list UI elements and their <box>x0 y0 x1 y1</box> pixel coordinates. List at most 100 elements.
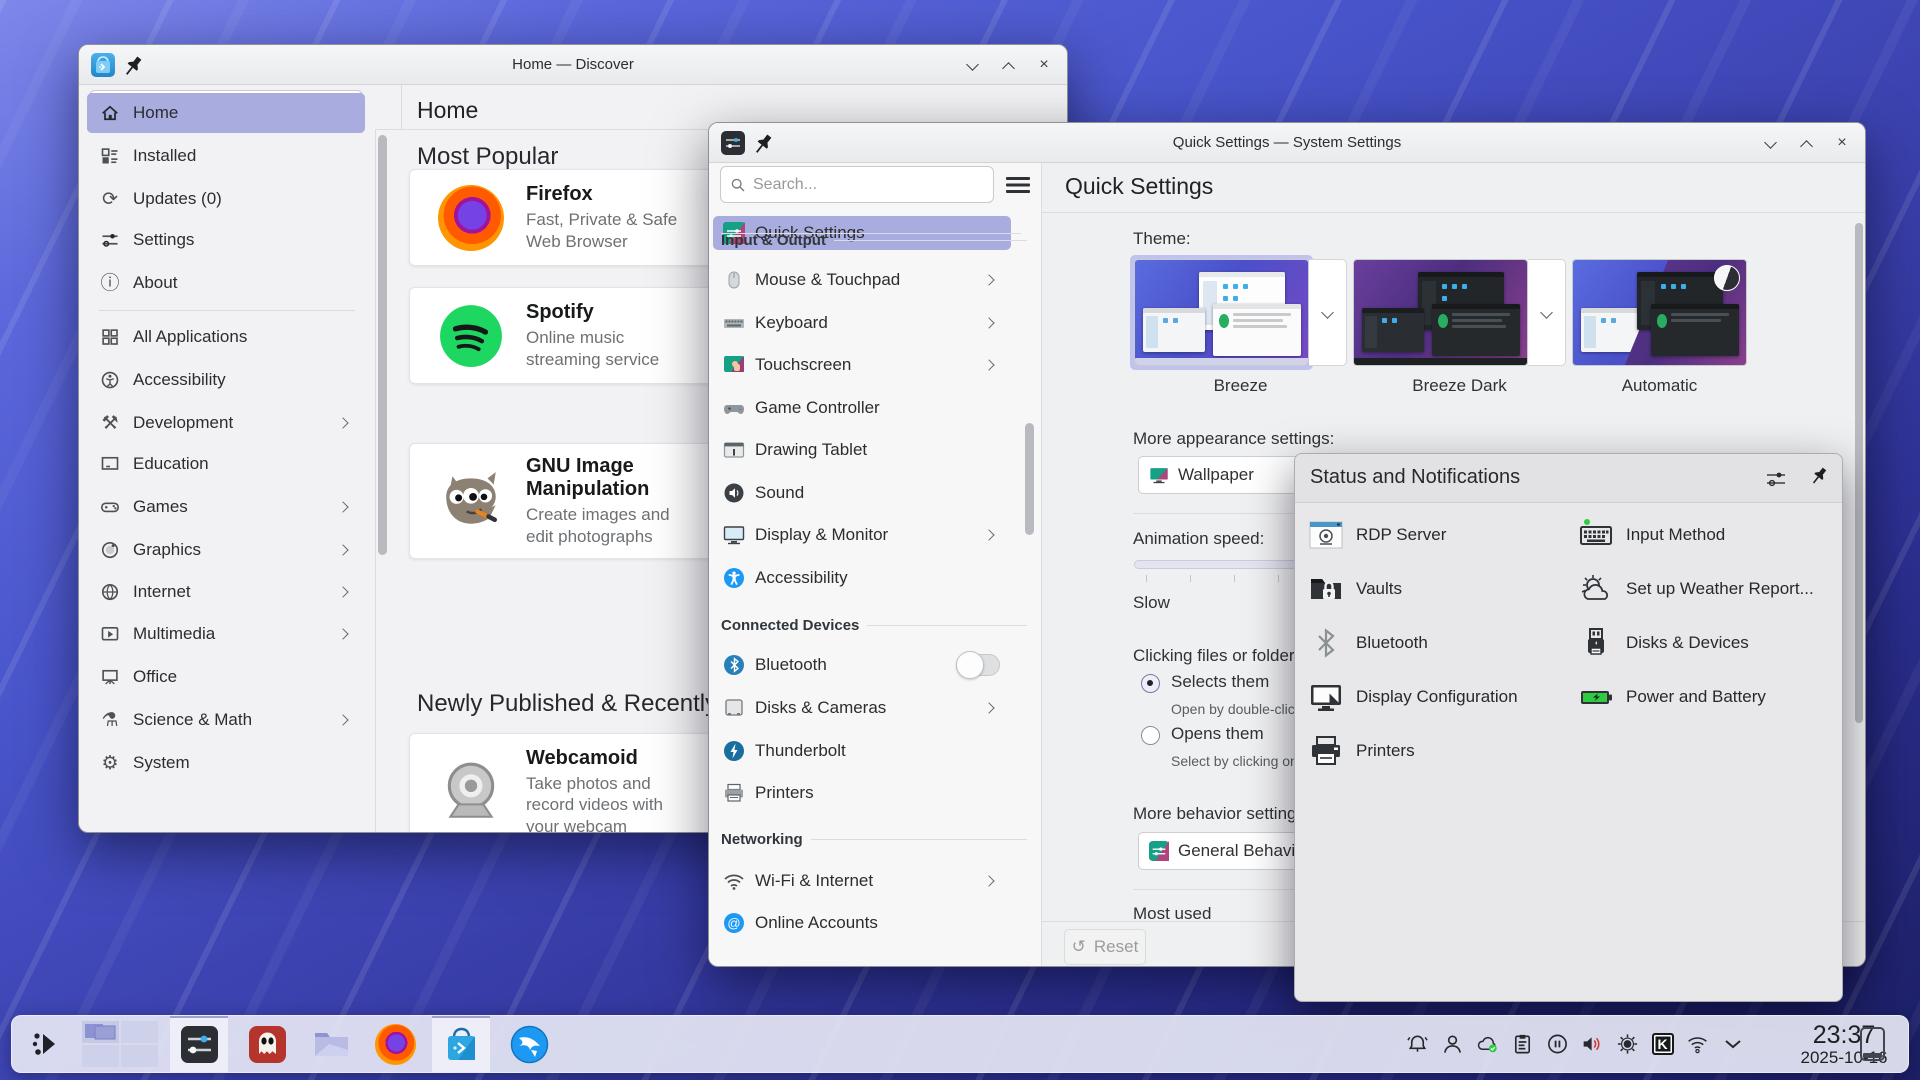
monitor-icon <box>713 524 755 546</box>
popup-item-power-battery[interactable]: Power and Battery <box>1579 680 1766 714</box>
sidebar-item-installed[interactable]: Installed <box>87 136 365 176</box>
sidebar-item-about[interactable]: ⓘ About <box>87 263 365 303</box>
theme-thumbnail-breeze-dark[interactable] <box>1353 259 1528 366</box>
sidebar-item-multimedia[interactable]: Multimedia <box>87 614 365 654</box>
sidebar-item-updates[interactable]: ⟳ Updates (0) <box>87 179 365 219</box>
falkon-icon <box>509 1024 550 1065</box>
wifi-tray-icon[interactable] <box>1686 1033 1709 1056</box>
theme-thumbnail-automatic[interactable] <box>1572 259 1747 366</box>
radio-selects-them[interactable] <box>1141 674 1160 693</box>
pin-icon[interactable] <box>751 130 777 157</box>
sidebar-item-wifi-internet[interactable]: Wi-Fi & Internet <box>713 863 1011 899</box>
notifications-bell-icon[interactable] <box>1406 1033 1429 1056</box>
virtual-desktop-pager[interactable] <box>80 1016 160 1072</box>
sidebar-item-online-accounts[interactable]: @ Online Accounts <box>713 905 1011 941</box>
radio-selects-sublabel: Open by double-click <box>1171 701 1302 717</box>
sidebar-item-games[interactable]: Games <box>87 487 365 527</box>
user-icon[interactable] <box>1441 1033 1464 1056</box>
discover-scrollbar[interactable] <box>378 135 387 555</box>
minimize-button[interactable] <box>965 58 979 72</box>
game-controller-icon <box>713 397 755 419</box>
ghostwriter-icon <box>247 1024 288 1065</box>
minimize-button[interactable] <box>1763 136 1777 150</box>
sidebar-item-settings[interactable]: Settings <box>87 220 365 260</box>
sidebar-item-display-monitor[interactable]: Display & Monitor <box>713 517 1011 553</box>
close-button[interactable]: × <box>1037 58 1051 72</box>
app-launcher-button[interactable] <box>20 1016 74 1072</box>
sidebar-item-internet[interactable]: Internet <box>87 572 365 612</box>
theme-breeze-dark-dropdown[interactable] <box>1528 259 1566 366</box>
popup-item-input-method[interactable]: Input Method <box>1579 518 1725 552</box>
cloud-sync-icon[interactable] <box>1476 1033 1499 1056</box>
thunderbolt-icon <box>713 740 755 762</box>
settings-content-scrollbar[interactable] <box>1855 223 1863 723</box>
task-ghostwriter[interactable] <box>238 1016 296 1072</box>
sidebar-item-science-math[interactable]: ⚗ Science & Math <box>87 700 365 740</box>
maximize-button[interactable] <box>1799 136 1813 150</box>
keyboard-icon <box>713 312 755 334</box>
settings-search-input[interactable]: Search... <box>720 166 994 203</box>
sidebar-item-system[interactable]: ⚙ System <box>87 743 365 783</box>
radio-opens-label: Opens them <box>1171 724 1264 744</box>
bluetooth-toggle[interactable] <box>956 654 1000 676</box>
sidebar-item-accessibility[interactable]: Accessibility <box>87 360 365 400</box>
settings-titlebar[interactable]: Quick Settings — System Settings × <box>709 123 1865 163</box>
clicking-label: Clicking files or folders: <box>1133 646 1308 666</box>
sidebar-item-mouse-touchpad[interactable]: Mouse & Touchpad <box>713 262 1011 298</box>
popup-item-weather[interactable]: Set up Weather Report... <box>1579 572 1814 606</box>
sidebar-item-thunderbolt[interactable]: Thunderbolt <box>713 733 1011 769</box>
popup-item-rdp-server[interactable]: RDP Server <box>1309 518 1446 552</box>
brightness-icon[interactable] <box>1616 1033 1639 1056</box>
animation-slow-label: Slow <box>1133 593 1170 613</box>
sidebar-item-home[interactable]: Home <box>87 93 365 133</box>
configure-icon[interactable] <box>1765 468 1787 490</box>
sidebar-item-drawing-tablet[interactable]: Drawing Tablet <box>713 432 1011 468</box>
education-icon <box>87 454 133 474</box>
sidebar-item-sound[interactable]: Sound <box>713 475 1011 511</box>
sidebar-item-development[interactable]: ⚒ Development <box>87 403 365 443</box>
settings-window-title: Quick Settings — System Settings <box>909 123 1665 163</box>
volume-icon[interactable] <box>1581 1033 1604 1056</box>
wallpaper-button[interactable]: Wallpaper <box>1138 456 1310 494</box>
popup-item-bluetooth[interactable]: Bluetooth <box>1309 626 1428 660</box>
sidebar-item-education[interactable]: Education <box>87 444 365 484</box>
discover-titlebar[interactable]: Home — Discover × <box>79 45 1067 85</box>
sidebar-item-accessibility[interactable]: Accessibility <box>713 560 1011 596</box>
popup-item-printers[interactable]: Printers <box>1309 734 1415 768</box>
tray-expander-chevron-icon[interactable] <box>1721 1033 1744 1056</box>
task-falkon[interactable] <box>500 1016 558 1072</box>
k-badge-icon[interactable]: K <box>1651 1033 1674 1056</box>
task-firefox[interactable] <box>366 1016 424 1072</box>
popup-item-vaults[interactable]: Vaults <box>1309 572 1402 606</box>
clipboard-icon[interactable] <box>1511 1033 1534 1056</box>
sidebar-item-graphics[interactable]: Graphics <box>87 530 365 570</box>
task-system-settings[interactable] <box>170 1016 228 1072</box>
settings-sidebar-scrollbar[interactable] <box>1025 423 1034 535</box>
task-discover[interactable] <box>432 1016 490 1072</box>
sidebar-item-printers[interactable]: Printers <box>713 775 1011 811</box>
theme-thumbnail-breeze[interactable] <box>1134 259 1309 366</box>
hamburger-menu-icon[interactable] <box>1005 175 1031 195</box>
sidebar-item-game-controller[interactable]: Game Controller <box>713 390 1011 426</box>
theme-breeze-dropdown[interactable] <box>1309 259 1347 366</box>
sidebar-item-all-applications[interactable]: All Applications <box>87 317 365 357</box>
radio-opens-them[interactable] <box>1141 726 1160 745</box>
kde-launcher-icon <box>29 1026 65 1062</box>
popup-item-display-configuration[interactable]: Display Configuration <box>1309 680 1518 714</box>
close-button[interactable]: × <box>1835 136 1849 150</box>
media-pause-icon[interactable] <box>1546 1033 1569 1056</box>
discover-page-title: Home <box>417 97 478 124</box>
reset-button[interactable]: ↺ Reset <box>1064 929 1146 965</box>
pin-icon[interactable] <box>121 52 147 79</box>
popup-item-disks-devices[interactable]: Disks & Devices <box>1579 626 1749 660</box>
drawing-tablet-icon <box>713 439 755 461</box>
maximize-button[interactable] <box>1001 58 1015 72</box>
sidebar-item-keyboard[interactable]: Keyboard <box>713 305 1011 341</box>
accessibility-blue-icon <box>713 567 755 589</box>
sidebar-item-office[interactable]: Office <box>87 657 365 697</box>
show-desktop-button[interactable] <box>1860 1027 1885 1061</box>
task-dolphin[interactable] <box>302 1016 360 1072</box>
sidebar-separator <box>99 310 355 311</box>
sidebar-item-touchscreen[interactable]: Touchscreen <box>713 347 1011 383</box>
sidebar-item-disks-cameras[interactable]: Disks & Cameras <box>713 690 1011 726</box>
